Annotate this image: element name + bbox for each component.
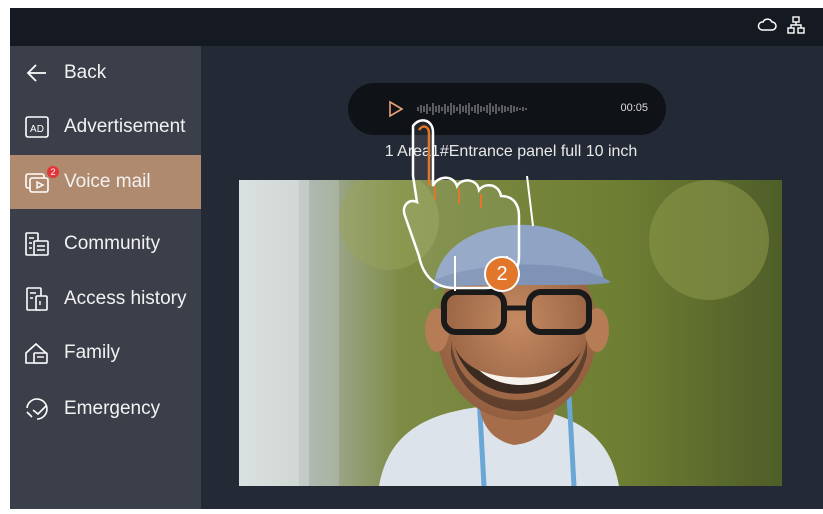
duration-label: 00:05 bbox=[620, 102, 648, 114]
pointing-hand-icon bbox=[395, 116, 565, 296]
sidebar-item-emergency[interactable]: Emergency bbox=[10, 382, 201, 436]
sidebar-item-access-history[interactable]: Access history bbox=[10, 272, 201, 326]
family-icon bbox=[24, 340, 50, 366]
sidebar-item-label: Access history bbox=[64, 288, 187, 309]
network-icon bbox=[787, 16, 805, 34]
sidebar-item-label: Advertisement bbox=[64, 116, 186, 137]
sidebar-item-advertisement[interactable]: AD Advertisement bbox=[10, 100, 201, 154]
sidebar-item-label: Voice mail bbox=[64, 171, 151, 192]
status-bar bbox=[10, 8, 823, 46]
community-icon bbox=[24, 231, 50, 257]
emergency-icon bbox=[24, 396, 50, 422]
sidebar: Back AD Advertisement 2 Voice mail Commu… bbox=[10, 46, 201, 509]
ad-icon: AD bbox=[24, 114, 50, 140]
status-icons bbox=[757, 16, 805, 34]
voice-mail-icon: 2 bbox=[24, 166, 59, 195]
sidebar-item-voice-mail[interactable]: 2 Voice mail bbox=[10, 155, 201, 209]
arrow-left-icon bbox=[24, 60, 50, 86]
sidebar-item-label: Emergency bbox=[64, 398, 161, 419]
sidebar-item-family[interactable]: Family bbox=[10, 326, 201, 380]
sidebar-item-label: Family bbox=[64, 342, 120, 363]
sidebar-item-community[interactable]: Community bbox=[10, 217, 201, 271]
access-history-icon bbox=[24, 286, 50, 312]
unread-count-badge: 2 bbox=[47, 166, 59, 178]
svg-text:AD: AD bbox=[30, 124, 44, 135]
intercom-screen: Back AD Advertisement 2 Voice mail Commu… bbox=[10, 8, 823, 509]
sidebar-item-label: Community bbox=[64, 233, 161, 254]
sidebar-item-label: Back bbox=[64, 62, 107, 83]
step-number-badge: 2 bbox=[484, 256, 520, 292]
sidebar-item-back[interactable]: Back bbox=[10, 46, 201, 100]
cloud-icon bbox=[757, 17, 777, 33]
